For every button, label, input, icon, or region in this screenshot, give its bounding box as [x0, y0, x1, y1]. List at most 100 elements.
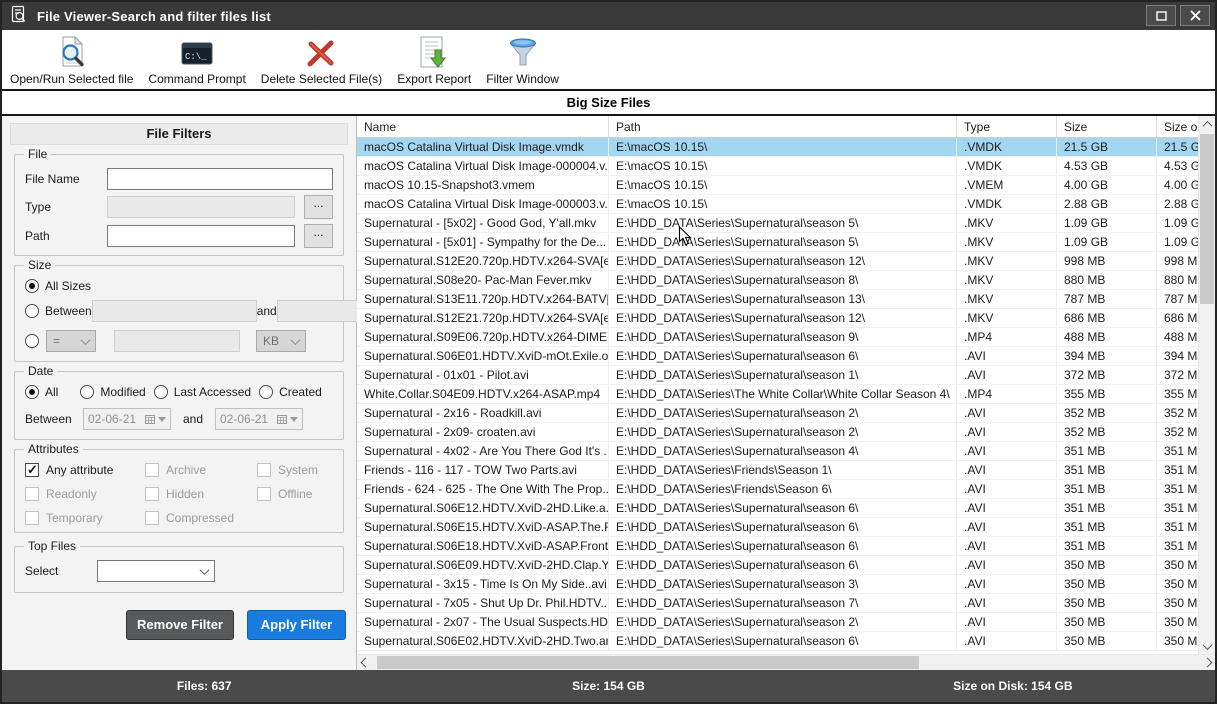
table-row[interactable]: macOS Catalina Virtual Disk Image-000003… — [357, 195, 1198, 214]
apply-filter-button[interactable]: Apply Filter — [247, 610, 346, 640]
chevron-down-icon — [290, 417, 298, 422]
size-compare-radio[interactable] — [25, 334, 39, 348]
date-last-accessed-radio[interactable] — [154, 385, 168, 399]
table-row[interactable]: Supernatural - [5x01] - Sympathy for the… — [357, 233, 1198, 252]
size-between-radio[interactable] — [25, 304, 39, 318]
path-browse-button[interactable]: ... — [304, 224, 333, 248]
cell-disk: 372 M — [1157, 366, 1198, 384]
command-prompt-button[interactable]: C:\_ Command Prompt — [148, 35, 245, 86]
table-row[interactable]: Supernatural - 3x15 - Time Is On My Side… — [357, 575, 1198, 594]
scroll-left-button[interactable] — [357, 655, 373, 670]
table-row[interactable]: Supernatural.S12E20.720p.HDTV.x264-SVA[e… — [357, 252, 1198, 271]
toolbar-item-label: Export Report — [397, 72, 471, 86]
table-row[interactable]: Supernatural.S12E21.720p.HDTV.x264-SVA[e… — [357, 309, 1198, 328]
banner-title: Big Size Files — [2, 91, 1215, 116]
cell-path: E:\HDD_DATA\Series\Supernatural\season 2… — [609, 423, 957, 441]
scroll-down-button[interactable] — [1199, 638, 1215, 654]
table-row[interactable]: Supernatural - 2x09- croaten.aviE:\HDD_D… — [357, 423, 1198, 442]
date-modified-label: Modified — [100, 385, 145, 399]
attribute-any-attribute[interactable]: Any attribute — [25, 463, 145, 477]
all-sizes-radio[interactable] — [25, 279, 39, 293]
top-files-select[interactable] — [97, 560, 215, 582]
open-run-selected-file-button[interactable]: Open/Run Selected file — [10, 35, 133, 86]
table-row[interactable]: Supernatural.S06E02.HDTV.XviD-2HD.Two.an… — [357, 632, 1198, 651]
delete-red-x-icon — [304, 35, 338, 71]
date-modified-radio[interactable] — [80, 385, 94, 399]
export-report-icon — [418, 35, 450, 71]
cell-name: Friends - 624 - 625 - The One With The P… — [357, 480, 609, 498]
table-row[interactable]: Supernatural - 7x05 - Shut Up Dr. Phil.H… — [357, 594, 1198, 613]
cell-size: 4.53 GB — [1057, 157, 1157, 175]
table-row[interactable]: macOS Catalina Virtual Disk Image.vmdkE:… — [357, 138, 1198, 157]
vertical-scrollbar-thumb[interactable] — [1200, 134, 1214, 304]
delete-selected-files-button[interactable]: Delete Selected File(s) — [261, 35, 382, 86]
column-header-type[interactable]: Type — [957, 116, 1057, 137]
cell-name: Supernatural.S13E11.720p.HDTV.x264-BATV[… — [357, 290, 609, 308]
cell-path: E:\HDD_DATA\Series\Supernatural\season 6… — [609, 537, 957, 555]
table-row[interactable]: Supernatural - 2x07 - The Usual Suspects… — [357, 613, 1198, 632]
cell-size: 350 MB — [1057, 632, 1157, 650]
table-row[interactable]: Supernatural.S06E12.HDTV.XviD-2HD.Like.a… — [357, 499, 1198, 518]
table-row[interactable]: Friends - 116 - 117 - TOW Two Parts.aviE… — [357, 461, 1198, 480]
column-header-size[interactable]: Size — [1057, 116, 1157, 137]
checkbox-label: Archive — [166, 463, 206, 477]
cell-type: .MKV — [957, 271, 1057, 289]
app-window: File Viewer-Search and filter files list — [0, 0, 1217, 704]
cell-size: 355 MB — [1057, 385, 1157, 403]
scroll-right-button[interactable] — [1199, 655, 1215, 670]
cell-path: E:\macOS 10.15\ — [609, 138, 957, 156]
table-row[interactable]: Supernatural.S06E15.HDTV.XviD-ASAP.The.F… — [357, 518, 1198, 537]
type-input — [107, 196, 295, 218]
maximize-button[interactable] — [1146, 5, 1176, 26]
close-button[interactable] — [1180, 5, 1210, 26]
filter-panel: File Filters File File Name Type ... Pat… — [2, 116, 357, 670]
cell-size: 4.00 GB — [1057, 176, 1157, 194]
scroll-right-icon — [1202, 658, 1212, 668]
cell-disk: 787 M — [1157, 290, 1198, 308]
status-bar: Files: 637 Size: 154 GB Size on Disk: 15… — [2, 670, 1215, 702]
cell-disk: 350 M — [1157, 594, 1198, 612]
table-row[interactable]: macOS Catalina Virtual Disk Image-000004… — [357, 157, 1198, 176]
table-row[interactable]: Supernatural.S08e20- Pac-Man Fever.mkvE:… — [357, 271, 1198, 290]
close-icon — [1190, 10, 1201, 21]
type-browse-button[interactable]: ... — [304, 195, 333, 219]
table-row[interactable]: Supernatural.S06E18.HDTV.XviD-ASAP.Front… — [357, 537, 1198, 556]
table-row[interactable]: Friends - 624 - 625 - The One With The P… — [357, 480, 1198, 499]
table-row[interactable]: Supernatural - 01x01 - Pilot.aviE:\HDD_D… — [357, 366, 1198, 385]
table-row[interactable]: Supernatural.S06E09.HDTV.XviD-2HD.Clap.Y… — [357, 556, 1198, 575]
scroll-up-button[interactable] — [1199, 116, 1215, 132]
cell-type: .MP4 — [957, 328, 1057, 346]
table-row[interactable]: Supernatural - 2x16 - Roadkill.aviE:\HDD… — [357, 404, 1198, 423]
remove-filter-button[interactable]: Remove Filter — [126, 610, 234, 640]
date-filter-group: Date All Modified Last Accessed Created … — [14, 371, 344, 440]
table-row[interactable]: White.Collar.S04E09.HDTV.x264-ASAP.mp4E:… — [357, 385, 1198, 404]
table-row[interactable]: Supernatural - 4x02 - Are You There God … — [357, 442, 1198, 461]
vertical-scrollbar[interactable] — [1198, 116, 1215, 654]
group-label: Date — [24, 364, 57, 378]
date-all-radio[interactable] — [25, 385, 39, 399]
cell-type: .AVI — [957, 499, 1057, 517]
cell-disk: 1.09 G — [1157, 233, 1198, 251]
table-row[interactable]: macOS 10.15-Snapshot3.vmemE:\macOS 10.15… — [357, 176, 1198, 195]
date-created-radio[interactable] — [259, 385, 273, 399]
export-report-button[interactable]: Export Report — [397, 35, 471, 86]
cell-name: Supernatural.S06E01.HDTV.XviD-mOt.Exile.… — [357, 347, 609, 365]
table-row[interactable]: Supernatural.S06E01.HDTV.XviD-mOt.Exile.… — [357, 347, 1198, 366]
horizontal-scrollbar[interactable] — [357, 654, 1215, 670]
column-header-name[interactable]: Name — [357, 116, 609, 137]
cell-type: .AVI — [957, 423, 1057, 441]
cell-name: Supernatural.S09E06.720p.HDTV.x264-DIME.… — [357, 328, 609, 346]
table-row[interactable]: Supernatural.S09E06.720p.HDTV.x264-DIME.… — [357, 328, 1198, 347]
file-name-input[interactable] — [107, 168, 333, 190]
column-header-path[interactable]: Path — [609, 116, 957, 137]
checkbox-icon[interactable] — [25, 463, 39, 477]
cell-type: .VMEM — [957, 176, 1057, 194]
path-input[interactable] — [107, 225, 295, 247]
cell-type: .AVI — [957, 442, 1057, 460]
table-row[interactable]: Supernatural.S13E11.720p.HDTV.x264-BATV[… — [357, 290, 1198, 309]
column-header-size-on-disk[interactable]: Size o — [1157, 116, 1198, 137]
filter-window-button[interactable]: Filter Window — [486, 35, 559, 86]
table-row[interactable]: Supernatural - [5x02] - Good God, Y'all.… — [357, 214, 1198, 233]
cell-type: .VMDK — [957, 157, 1057, 175]
horizontal-scrollbar-thumb[interactable] — [377, 656, 919, 669]
